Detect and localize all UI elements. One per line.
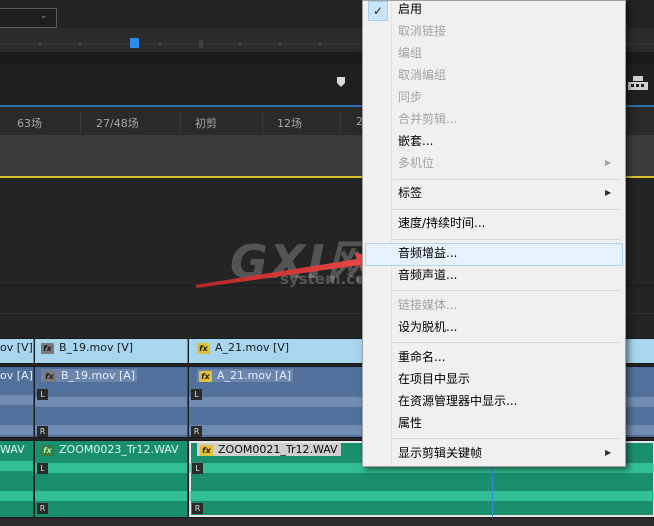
button-editor-icon[interactable] [628,76,648,90]
fx-badge-icon: fx [43,370,56,382]
menu-item-audio-channels[interactable]: 音频声道... [398,265,457,285]
channel-right-label: R [37,426,48,437]
context-menu: ✓ 启用 取消链接 编组 取消编组 同步 合并剪辑... 嵌套... 多机位 ▶… [362,0,626,467]
fx-badge-icon: fx [197,342,210,354]
menu-separator [393,438,621,439]
fx-badge-icon: fx [41,444,54,456]
horizontal-scrollbar[interactable] [0,518,654,526]
scene-divider [340,112,341,134]
menu-separator [393,179,621,180]
menu-item-properties[interactable]: 属性 [398,413,422,433]
menu-item-reveal-in-project[interactable]: 在项目中显示 [398,369,470,389]
scene-label[interactable]: 初剪 [195,115,217,131]
audio-clip[interactable]: fx B_19.mov [A] L R [35,367,188,437]
audio-clip[interactable]: fx ZOOM0023_Tr12.WAV L R [35,441,188,517]
channel-left-label: L [37,389,48,400]
submenu-arrow-icon: ▶ [605,188,612,197]
clip-name: ov [A] [0,369,33,382]
clip-name: ov [V] [0,341,33,354]
menu-item-unlink[interactable]: 取消链接 [398,21,446,41]
menu-item-reveal-in-explorer[interactable]: 在资源管理器中显示... [398,391,517,411]
clip-name: B_19.mov [A] [61,369,136,382]
menu-separator [393,342,621,343]
menu-item-speed-duration[interactable]: 速度/持续时间... [398,213,486,233]
menu-item-ungroup[interactable]: 取消编组 [398,65,446,85]
annotation-arrow-icon [195,253,383,288]
channel-right-label: R [192,503,203,514]
scene-divider [80,112,81,134]
scene-label[interactable]: 12场 [277,115,302,131]
submenu-arrow-icon: ▶ [605,158,612,167]
clip-name: WAV [0,443,25,456]
menu-item-make-offline[interactable]: 设为脱机... [398,317,457,337]
menu-item-merge-clips[interactable]: 合并剪辑... [398,109,457,129]
menu-item-enable[interactable]: 启用 [398,0,422,19]
clip-name: A_21.mov [V] [215,341,290,354]
menu-separator [393,290,621,291]
menu-item-group[interactable]: 编组 [398,43,422,63]
video-clip[interactable]: ov [V] [0,339,34,363]
checkmark-icon: ✓ [368,1,388,21]
audio-clip[interactable]: WAV [0,441,34,517]
scene-label[interactable]: 27/48场 [96,115,139,131]
playhead-handle[interactable] [130,38,139,48]
menu-icon-gutter [363,1,392,466]
channel-left-label: L [192,463,203,474]
menu-separator [393,209,621,210]
channel-left-label: L [37,463,48,474]
menu-item-synchronize[interactable]: 同步 [398,87,422,107]
chevron-down-icon[interactable]: ⌄ [40,9,52,23]
audio-clip[interactable]: ov [A] [0,367,34,437]
scene-divider [262,112,263,134]
menu-item-show-clip-keyframes[interactable]: 显示剪辑关键帧 [398,443,482,463]
video-clip[interactable]: fx B_19.mov [V] [35,339,188,363]
menu-item-label[interactable]: 标签 [398,183,422,203]
scene-divider [180,112,181,134]
menu-item-audio-gain[interactable]: 音频增益... [398,243,457,263]
clip-name: ZOOM0023_Tr12.WAV [59,443,179,456]
fx-badge-icon: fx [199,370,212,382]
channel-right-label: R [191,426,202,437]
menu-item-rename[interactable]: 重命名... [398,347,445,367]
scene-label[interactable]: 63场 [17,115,42,131]
menu-item-link-media[interactable]: 链接媒体... [398,295,457,315]
clip-name: B_19.mov [V] [59,341,134,354]
channel-left-label: L [191,389,202,400]
clip-name: ZOOM0021_Tr12.WAV [218,443,338,456]
menu-item-nest[interactable]: 嵌套... [398,131,433,151]
fx-badge-icon: fx [200,444,213,456]
fx-badge-icon: fx [41,342,54,354]
menu-item-multicam[interactable]: 多机位 [398,153,434,173]
clip-name: A_21.mov [A] [217,369,292,382]
menu-separator [393,239,621,240]
submenu-arrow-icon: ▶ [605,448,612,457]
channel-right-label: R [37,503,48,514]
